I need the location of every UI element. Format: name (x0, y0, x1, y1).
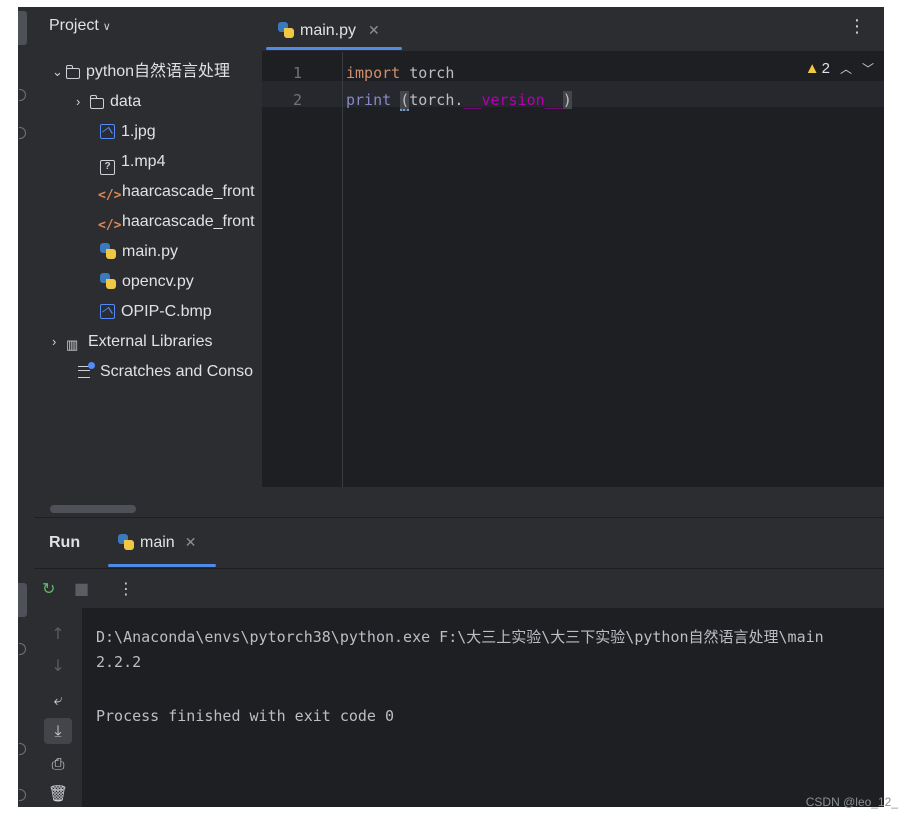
tree-item-data[interactable]: › data (76, 87, 141, 117)
code-text: torch (400, 64, 455, 82)
tree-item-label: External Libraries (88, 333, 213, 350)
chevron-right-icon[interactable]: › (52, 327, 66, 357)
python-file-icon (118, 534, 134, 550)
chevron-down-icon[interactable]: ﹀ (862, 62, 874, 76)
warning-count: 2 (821, 60, 830, 77)
bracket-open: ( (400, 91, 410, 111)
tree-item-label: main.py (122, 243, 179, 260)
warning-icon: ▲ (804, 60, 820, 77)
editor-panel: main.py ✕ ⋮ 1 2 import torch print (torch… (262, 7, 884, 487)
library-icon: ▥ (66, 337, 79, 352)
chevron-up-icon[interactable]: ︿ (840, 62, 852, 76)
scroll-to-end-icon[interactable]: ⤓ (44, 718, 72, 744)
run-tab-main[interactable]: main ✕ (118, 534, 196, 552)
python-file-icon (100, 273, 116, 289)
folder-icon (65, 65, 80, 79)
console-sidebar: ↑ ↓ ⤶ ⤓ ⎙ 🗑 (34, 608, 82, 807)
active-tab-indicator (108, 564, 216, 567)
inspection-widget[interactable]: ▲ 2 ︿ ﹀ (805, 60, 874, 77)
watermark: CSDN @leo_12_ (805, 795, 898, 809)
code-line-2[interactable]: print (torch.__version__) (346, 91, 572, 111)
code-text: torch. (409, 91, 464, 109)
tree-item-scratches[interactable]: Scratches and Conso (78, 357, 253, 387)
run-toolbar: ↻ ■ ⋮ (34, 568, 884, 610)
tree-item-label: data (110, 93, 142, 110)
xml-file-icon: </> (98, 188, 122, 203)
run-tab-label: main (140, 534, 175, 551)
more-options-icon[interactable]: ⋮ (118, 579, 134, 598)
tool-window-icon[interactable] (19, 743, 26, 755)
line-number: 1 (292, 64, 302, 82)
run-title: Run (49, 534, 81, 551)
tree-item-label: haarcascade_front (122, 183, 255, 200)
editor-tab-bar: main.py ✕ ⋮ (262, 7, 884, 52)
tab-main-py[interactable]: main.py ✕ (278, 15, 380, 45)
ide-window: Project ∨ ⌄ python自然语言处理 › data 1.jpg ? 1.mp… (18, 7, 884, 807)
close-icon[interactable]: ✕ (368, 22, 380, 38)
xml-file-icon: </> (98, 218, 122, 233)
run-panel: Run main ✕ ↻ ■ ⋮ ↑ ↓ ⤶ ⤓ ⎙ 🗑 D:\Anaconda\… (34, 517, 884, 807)
left-tool-strip (18, 7, 35, 807)
run-header: Run main ✕ (34, 518, 884, 567)
chevron-down-icon: ∨ (102, 21, 111, 33)
line-gutter: 1 2 (262, 52, 343, 487)
chevron-right-icon[interactable]: › (76, 87, 90, 117)
active-tab-indicator (266, 47, 402, 50)
tree-item-haarcascade-1[interactable]: </>haarcascade_front (98, 177, 255, 207)
project-dropdown[interactable]: Project ∨ (49, 17, 111, 35)
console-output[interactable]: D:\Anaconda\envs\pytorch38\python.exe F:… (82, 608, 884, 807)
tree-item-1jpg[interactable]: 1.jpg (100, 117, 156, 147)
console-line: Process finished with exit code 0 (96, 707, 395, 725)
tree-item-label: haarcascade_front (122, 213, 255, 230)
project-panel: Project ∨ ⌄ python自然语言处理 › data 1.jpg ? 1.mp… (34, 7, 262, 517)
tree-item-label: OPIP-C.bmp (121, 303, 212, 320)
project-title: Project (49, 17, 99, 34)
console-line: D:\Anaconda\envs\pytorch38\python.exe F:… (96, 628, 824, 646)
rerun-icon[interactable]: ↻ (42, 579, 55, 598)
line-number: 2 (292, 91, 302, 109)
close-icon[interactable]: ✕ (185, 534, 197, 550)
print-icon[interactable]: ⎙ (44, 754, 72, 774)
folder-icon (89, 95, 104, 109)
tree-item-opencv-py[interactable]: opencv.py (100, 267, 194, 297)
horizontal-scrollbar[interactable] (50, 505, 136, 513)
arrow-up-icon[interactable]: ↑ (44, 624, 72, 643)
chevron-down-icon[interactable]: ⌄ (52, 57, 66, 87)
image-file-icon (100, 304, 115, 319)
keyword-import: import (346, 64, 401, 82)
more-options-icon[interactable]: ⋮ (848, 16, 866, 37)
python-file-icon (278, 22, 294, 38)
tab-label: main.py (300, 22, 357, 39)
code-line-1[interactable]: import torch (346, 64, 454, 82)
tree-item-main-py[interactable]: main.py (100, 237, 178, 267)
scratches-icon (78, 362, 95, 379)
project-tool-button[interactable] (18, 11, 27, 45)
console-line: 2.2.2 (96, 653, 142, 671)
builtin-print: print (346, 91, 392, 109)
soft-wrap-icon[interactable]: ⤶ (44, 690, 72, 710)
tool-window-icon[interactable] (19, 643, 26, 655)
trash-icon[interactable]: 🗑 (44, 784, 72, 803)
tool-window-icon[interactable] (19, 789, 26, 801)
unknown-file-icon: ? (100, 160, 115, 175)
dunder-attribute: __version__ (463, 91, 563, 109)
python-file-icon (100, 243, 116, 259)
tree-item-label: 1.jpg (121, 123, 156, 140)
tree-item-1mp4[interactable]: ? 1.mp4 (100, 147, 165, 177)
tree-item-haarcascade-2[interactable]: </>haarcascade_front (98, 207, 255, 237)
stop-icon[interactable]: ■ (74, 579, 89, 598)
tree-item-opip-bmp[interactable]: OPIP-C.bmp (100, 297, 212, 327)
arrow-down-icon[interactable]: ↓ (44, 656, 72, 675)
tool-window-icon[interactable] (19, 89, 26, 101)
tree-root[interactable]: ⌄ python自然语言处理 (52, 57, 230, 87)
tool-window-icon[interactable] (19, 127, 26, 139)
tree-item-label: 1.mp4 (121, 153, 166, 170)
tree-item-external-libraries[interactable]: › ▥ External Libraries (52, 327, 213, 357)
run-tool-button[interactable] (18, 583, 27, 617)
tree-root-label: python自然语言处理 (86, 63, 231, 80)
tree-item-label: Scratches and Conso (100, 363, 253, 380)
tree-item-label: opencv.py (122, 273, 194, 290)
image-file-icon (100, 124, 115, 139)
bracket-close: ) (562, 91, 572, 109)
